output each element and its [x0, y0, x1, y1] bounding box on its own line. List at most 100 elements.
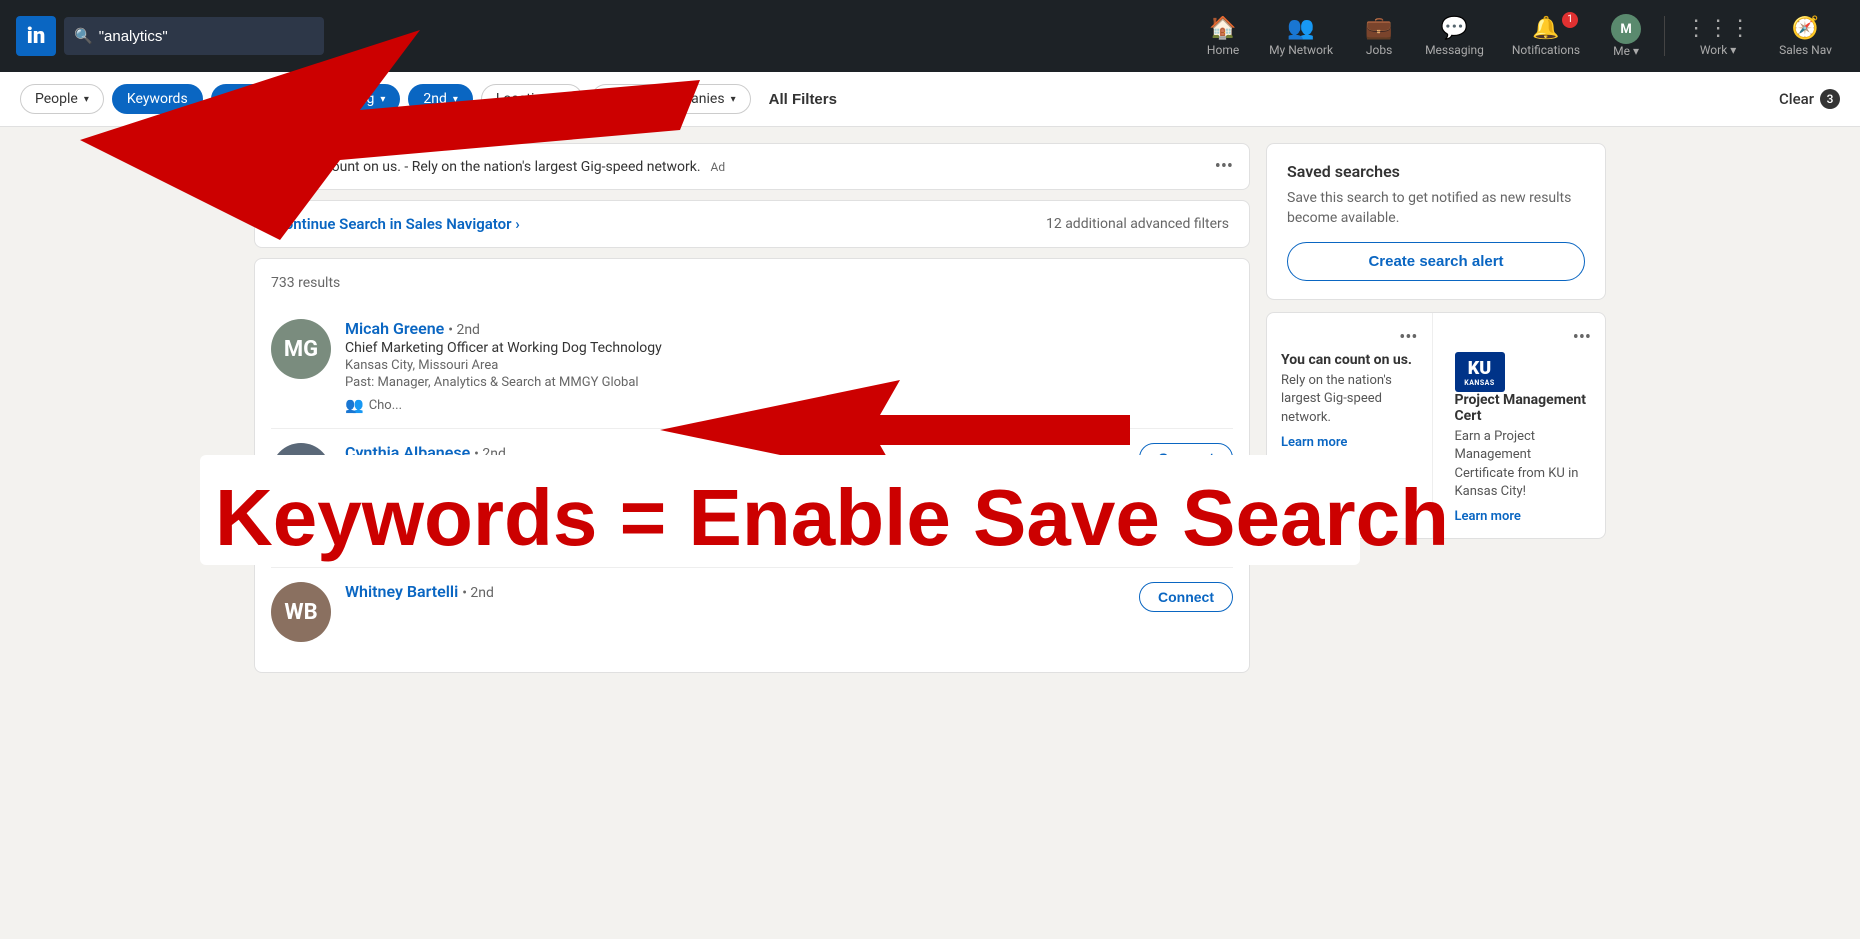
avatar-micah[interactable]: MG	[271, 319, 331, 379]
right-panel: Saved searches Save this search to get n…	[1266, 143, 1606, 673]
person-info-whitney: Whitney Bartelli • 2nd	[345, 582, 1125, 601]
companies-filter[interactable]: Current companies ▾	[591, 84, 750, 114]
person-title-cynthia: Chief Marketing Officer	[345, 464, 1125, 480]
nav-item-home[interactable]: 🏠 Home	[1193, 10, 1253, 63]
search-icon: 🔍	[74, 27, 93, 45]
ad-card-ku-learn-more[interactable]: Learn more	[1455, 509, 1521, 524]
companies-filter-label: Current companies	[606, 91, 724, 107]
locations-filter[interactable]: Locations ▾	[481, 84, 583, 114]
person-past-micah: Past: Manager, Analytics & Search at MMG…	[345, 375, 1219, 390]
companies-chevron-icon: ▾	[731, 94, 736, 105]
nav-item-work[interactable]: ⋮⋮⋮ Work ▾	[1673, 10, 1763, 63]
degree-filter-label: 2nd	[423, 91, 447, 107]
nav-label-my-network: My Network	[1269, 43, 1333, 57]
person-connections-micah: 👥 Cho...	[345, 396, 1219, 414]
home-icon: 🏠	[1209, 16, 1236, 41]
nav-items: 🏠 Home 👥 My Network 💼 Jobs 💬 Messaging 🔔…	[1193, 8, 1844, 64]
advanced-filters-text: 12 additional advanced filters	[1046, 216, 1229, 232]
person-name-whitney[interactable]: Whitney Bartelli	[345, 582, 458, 601]
person-connections-cynthia: 👥 Gary Katz, Ronen Ben-Dror, and 45 othe…	[345, 535, 1125, 553]
nav-label-messaging: Messaging	[1425, 43, 1484, 57]
left-panel: You can count on us. - Rely on the natio…	[254, 143, 1250, 673]
filter-bar: People ▾ Keywords Marketing & Advertisin…	[0, 72, 1860, 127]
notifications-badge: 1	[1562, 12, 1578, 28]
nav-label-work: Work ▾	[1700, 43, 1736, 57]
avatar-cynthia[interactable]: CA	[271, 443, 331, 503]
ad-card-ku: ••• KU KANSAS Project Management Cert Ea…	[1441, 313, 1606, 538]
nav-item-my-network[interactable]: 👥 My Network	[1257, 10, 1345, 63]
sales-nav-banner: Continue Search in Sales Navigator › 12 …	[254, 200, 1250, 248]
saved-searches-card: Saved searches Save this search to get n…	[1266, 143, 1606, 300]
person-actions-whitney: Connect	[1139, 582, 1233, 612]
messaging-icon: 💬	[1441, 16, 1468, 41]
clear-count-badge: 3	[1820, 89, 1840, 109]
ad-card-gig-title: You can count on us.	[1281, 352, 1418, 368]
keywords-filter-label: Keywords	[127, 91, 188, 107]
nav-item-me[interactable]: M Me ▾	[1596, 8, 1656, 64]
connect-button-cynthia[interactable]: Connect	[1139, 443, 1233, 473]
degree-chevron-icon: ▾	[453, 94, 458, 105]
nav-label-me: Me ▾	[1613, 44, 1639, 58]
degree-filter[interactable]: 2nd ▾	[408, 84, 473, 114]
person-past-cynthia: Past: Director, (Marketing) Operations a…	[345, 499, 1125, 529]
industry-filter-label: Marketing & Advertising	[226, 91, 375, 107]
ad-card-ku-dots-icon[interactable]: •••	[1455, 327, 1592, 348]
results-panel: 733 results MG Micah Greene • 2nd Chief …	[254, 258, 1250, 673]
saved-searches-title: Saved searches	[1287, 162, 1585, 181]
person-connections-text-micah: Cho...	[369, 398, 402, 413]
sales-nav-chevron-icon: ›	[515, 215, 520, 233]
navbar: in 🔍 🏠 Home 👥 My Network 💼 Jobs 💬 Messag…	[0, 0, 1860, 72]
linkedin-logo[interactable]: in	[16, 16, 56, 56]
nav-item-messaging[interactable]: 💬 Messaging	[1413, 10, 1496, 63]
clear-filters-button[interactable]: Clear 3	[1779, 89, 1840, 109]
ad-label: Ad	[711, 160, 726, 174]
person-info-cynthia: Cynthia Albanese • 2nd Chief Marketing O…	[345, 443, 1125, 553]
nav-item-sales-nav[interactable]: 🧭 Sales Nav	[1767, 10, 1844, 63]
ad-cards-row: ••• You can count on us. Rely on the nat…	[1266, 312, 1606, 539]
avatar-whitney[interactable]: WB	[271, 582, 331, 642]
person-card-micah: MG Micah Greene • 2nd Chief Marketing Of…	[271, 305, 1233, 429]
connections-icon: 👥	[345, 396, 364, 414]
person-info-micah: Micah Greene • 2nd Chief Marketing Offic…	[345, 319, 1219, 414]
sales-nav-link[interactable]: Continue Search in Sales Navigator ›	[275, 215, 520, 233]
person-degree-micah: • 2nd	[448, 322, 480, 338]
ad-card-gig: ••• You can count on us. Rely on the nat…	[1267, 313, 1433, 538]
notifications-icon: 🔔	[1532, 16, 1559, 41]
person-location-micah: Kansas City, Missouri Area	[345, 358, 1219, 373]
industry-filter[interactable]: Marketing & Advertising ▾	[211, 84, 401, 114]
search-input[interactable]	[99, 28, 314, 45]
sales-nav-link-text: Continue Search in Sales Navigator	[275, 215, 512, 233]
person-name-micah[interactable]: Micah Greene	[345, 319, 444, 338]
locations-chevron-icon: ▾	[563, 94, 568, 105]
ad-card-gig-desc: Rely on the nation's largest Gig-speed n…	[1281, 372, 1418, 427]
ad-card-ku-title: Project Management Cert	[1455, 392, 1592, 424]
ku-logo: KU KANSAS	[1455, 352, 1505, 392]
person-card-cynthia: CA Cynthia Albanese • 2nd Chief Marketin…	[271, 429, 1233, 568]
keywords-filter[interactable]: Keywords	[112, 84, 203, 114]
nav-label-notifications: Notifications	[1512, 43, 1580, 57]
ad-card-gig-learn-more[interactable]: Learn more	[1281, 435, 1347, 450]
people-filter-label: People	[35, 91, 78, 107]
me-avatar: M	[1611, 14, 1641, 44]
clear-label: Clear	[1779, 90, 1814, 108]
ad-dots-icon[interactable]: •••	[1215, 156, 1233, 177]
ad-banner: You can count on us. - Rely on the natio…	[254, 143, 1250, 190]
people-chevron-icon: ▾	[84, 94, 89, 105]
connect-button-whitney[interactable]: Connect	[1139, 582, 1233, 612]
nav-item-jobs[interactable]: 💼 Jobs	[1349, 10, 1409, 63]
person-card-whitney: WB Whitney Bartelli • 2nd Connect	[271, 568, 1233, 656]
nav-item-notifications[interactable]: 🔔 1 Notifications	[1500, 10, 1592, 63]
jobs-icon: 💼	[1365, 16, 1392, 41]
create-search-alert-button[interactable]: Create search alert	[1287, 242, 1585, 281]
ad-card-dots-icon[interactable]: •••	[1281, 327, 1418, 348]
person-location-cynthia: Houston, Texas Area	[345, 482, 1125, 497]
person-degree-whitney: • 2nd	[462, 585, 494, 601]
main-content: You can count on us. - Rely on the natio…	[230, 127, 1630, 689]
locations-filter-label: Locations	[496, 91, 557, 107]
all-filters-button[interactable]: All Filters	[759, 85, 847, 114]
person-name-cynthia[interactable]: Cynthia Albanese	[345, 443, 470, 462]
person-degree-cynthia: • 2nd	[474, 446, 506, 462]
people-filter[interactable]: People ▾	[20, 84, 104, 114]
results-count: 733 results	[271, 275, 1233, 291]
work-icon: ⋮⋮⋮	[1685, 16, 1751, 41]
